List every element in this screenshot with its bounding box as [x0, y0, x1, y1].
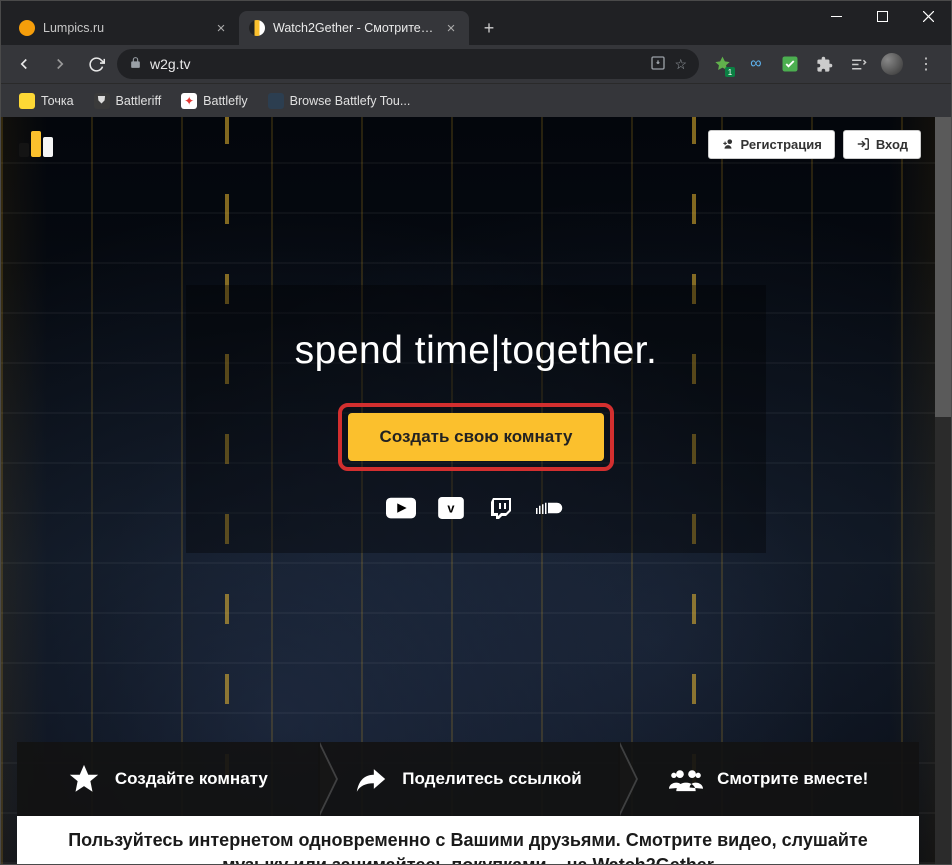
- url-text: w2g.tv: [150, 56, 642, 72]
- browser-tab-inactive[interactable]: Lumpics.ru ×: [9, 11, 239, 45]
- profile-avatar[interactable]: [881, 53, 903, 75]
- annotation-highlight: Создать свою комнату: [338, 403, 615, 471]
- extensions-puzzle-icon[interactable]: [813, 53, 835, 75]
- favicon-icon: [19, 20, 35, 36]
- step-label: Создайте комнату: [115, 769, 268, 789]
- bookmark-favicon-icon: ⛊: [94, 93, 110, 109]
- soundcloud-icon[interactable]: [536, 497, 566, 519]
- create-room-button[interactable]: Создать свою комнату: [348, 413, 605, 461]
- extension-icon[interactable]: [779, 53, 801, 75]
- window-maximize-button[interactable]: [859, 1, 905, 31]
- vertical-scrollbar[interactable]: [935, 117, 951, 864]
- step-watch-together[interactable]: Смотрите вместе!: [618, 742, 919, 816]
- extension-icon[interactable]: 1: [711, 53, 733, 75]
- group-icon: [669, 762, 703, 796]
- register-button[interactable]: Регистрация: [708, 130, 835, 159]
- login-button[interactable]: Вход: [843, 130, 921, 159]
- address-bar[interactable]: w2g.tv ☆: [117, 49, 699, 79]
- cta-label: Создать свою комнату: [380, 427, 573, 446]
- bookmark-label: Точка: [41, 94, 74, 108]
- steps-row: Создайте комнату Поделитесь ссылкой Смот…: [17, 742, 919, 816]
- reload-button[interactable]: [81, 49, 111, 79]
- step-label: Поделитесь ссылкой: [402, 769, 581, 789]
- window-titlebar: Lumpics.ru × Watch2Gether - Смотрите вид…: [1, 1, 951, 45]
- star-icon: [67, 762, 101, 796]
- menu-icon[interactable]: ⋮: [915, 53, 937, 75]
- bookmark-item[interactable]: Browse Battlefy Tou...: [260, 89, 419, 113]
- twitch-icon[interactable]: [486, 497, 516, 519]
- sub-banner: Пользуйтесь интернетом одновременно с Ва…: [17, 816, 919, 864]
- browser-toolbar: w2g.tv ☆ 1 ∞ ⋮: [1, 45, 951, 83]
- vimeo-icon[interactable]: v: [436, 497, 466, 519]
- tab-title: Lumpics.ru: [43, 21, 205, 35]
- bookmarks-bar: Точка ⛊ Battleriff ✦ Battlefly Browse Batt…: [1, 83, 951, 117]
- tab-title: Watch2Gether - Смотрите видео: [273, 21, 435, 35]
- youtube-icon[interactable]: [386, 497, 416, 519]
- favicon-icon: [249, 20, 265, 36]
- bookmark-label: Battlefly: [203, 94, 247, 108]
- platform-icons: v: [216, 497, 736, 519]
- lock-icon: [129, 56, 142, 72]
- browser-tab-active[interactable]: Watch2Gether - Смотрите видео ×: [239, 11, 469, 45]
- hero-card: spend time|together. Создать свою комнат…: [186, 285, 766, 553]
- scrollbar-thumb[interactable]: [935, 117, 951, 417]
- close-icon[interactable]: ×: [213, 20, 229, 36]
- login-label: Вход: [876, 137, 908, 152]
- sub-banner-text: Пользуйтесь интернетом одновременно с Ва…: [68, 830, 868, 864]
- close-icon[interactable]: ×: [443, 20, 459, 36]
- bookmark-label: Browse Battlefy Tou...: [290, 94, 411, 108]
- extension-icon[interactable]: ∞: [745, 53, 767, 75]
- step-create-room[interactable]: Создайте комнату: [17, 742, 318, 816]
- bookmark-favicon-icon: [19, 93, 35, 109]
- bookmark-item[interactable]: ✦ Battlefly: [173, 89, 255, 113]
- hero-tagline: spend time|together.: [216, 329, 736, 373]
- step-label: Смотрите вместе!: [717, 769, 868, 789]
- window-minimize-button[interactable]: [813, 1, 859, 31]
- back-button[interactable]: [9, 49, 39, 79]
- page-viewport: Регистрация Вход spend time|together. Со…: [1, 117, 951, 864]
- forward-button[interactable]: [45, 49, 75, 79]
- register-label: Регистрация: [741, 137, 822, 152]
- media-control-icon[interactable]: [847, 53, 869, 75]
- bookmark-item[interactable]: ⛊ Battleriff: [86, 89, 170, 113]
- window-close-button[interactable]: [905, 1, 951, 31]
- new-tab-button[interactable]: +: [475, 14, 503, 42]
- bookmark-item[interactable]: Точка: [11, 89, 82, 113]
- install-app-icon[interactable]: [650, 55, 666, 74]
- bookmark-favicon-icon: [268, 93, 284, 109]
- step-share-link[interactable]: Поделитесь ссылкой: [318, 742, 619, 816]
- bookmark-label: Battleriff: [116, 94, 162, 108]
- bookmark-favicon-icon: ✦: [181, 93, 197, 109]
- site-logo[interactable]: [15, 127, 59, 161]
- share-icon: [354, 762, 388, 796]
- extension-badge: 1: [725, 67, 735, 77]
- bookmark-star-icon[interactable]: ☆: [674, 56, 687, 73]
- svg-text:v: v: [447, 501, 455, 516]
